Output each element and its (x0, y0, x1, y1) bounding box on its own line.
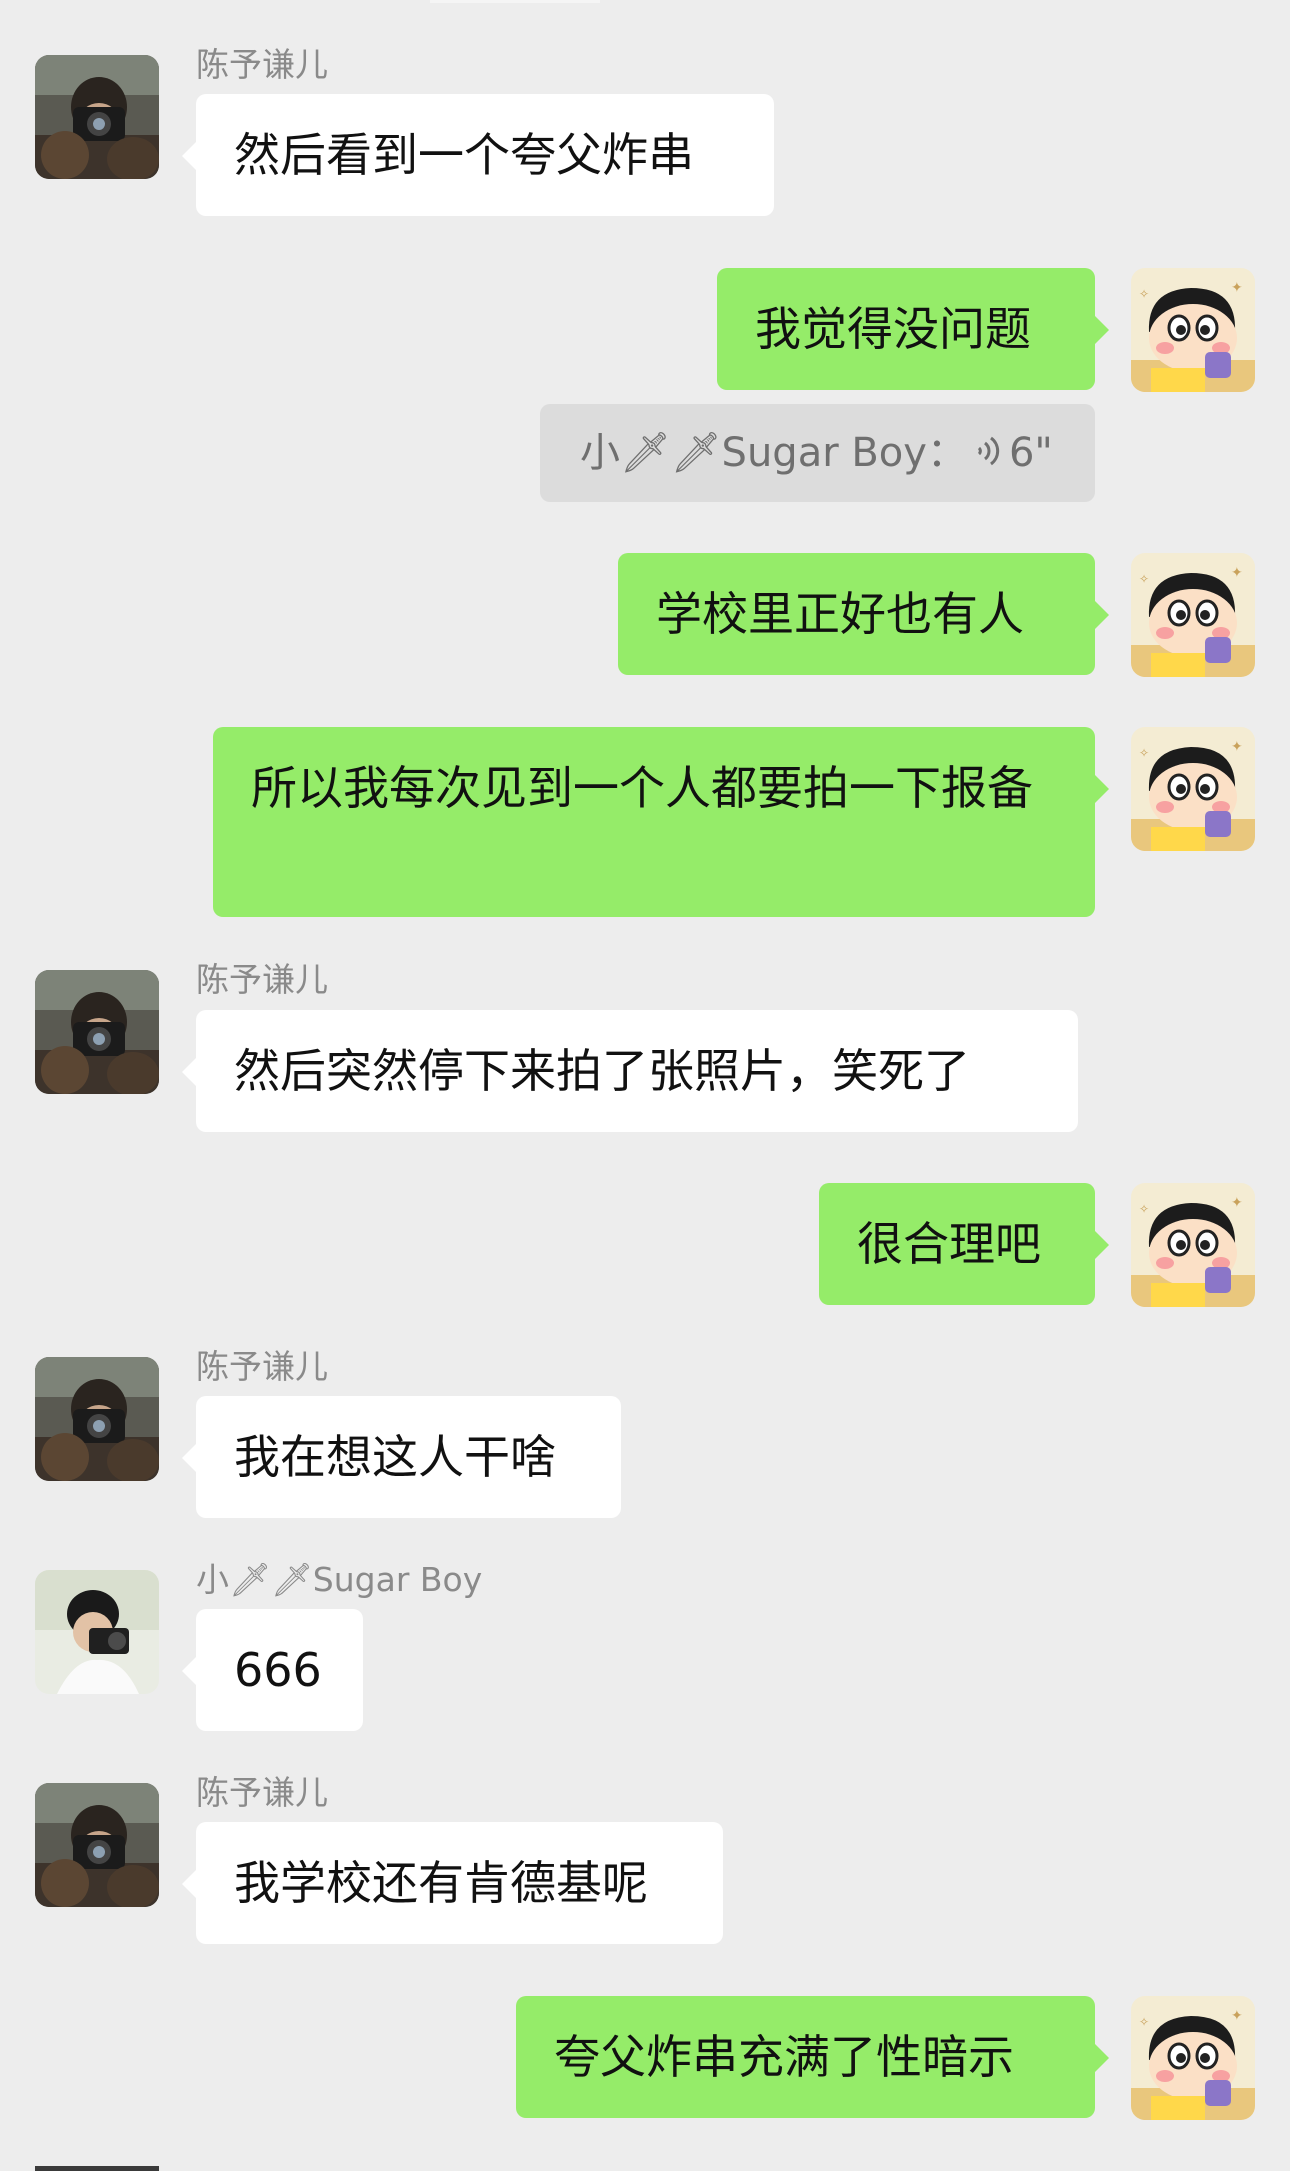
message-bubble-incoming[interactable]: 我学校还有肯德基呢 (182, 1822, 723, 1944)
avatar-chen[interactable] (35, 1357, 159, 1481)
voice-sender: 小🗡🗡Sugar Boy (580, 430, 927, 476)
voice-duration: 6" (1008, 430, 1053, 476)
voice-wave-icon (973, 406, 1003, 504)
top-divider (430, 0, 600, 3)
message-bubble-incoming[interactable]: 666 (182, 1609, 363, 1731)
avatar-chen[interactable] (35, 55, 159, 179)
partial-sender-name (196, 2160, 496, 2171)
message-bubble-incoming[interactable]: 然后突然停下来拍了张照片，笑死了 (182, 1010, 1078, 1132)
message-bubble-incoming[interactable]: 我在想这人干啥 (182, 1396, 621, 1518)
colon: ： (926, 430, 967, 476)
voice-message-notice[interactable]: 小🗡🗡Sugar Boy： 6" (540, 404, 1095, 502)
sender-name: 陈予谦儿 (196, 45, 328, 84)
partial-avatar (35, 2166, 159, 2171)
avatar-sugar-boy[interactable] (35, 1570, 159, 1694)
sender-name: 陈予谦儿 (196, 960, 328, 999)
sender-name: 陈予谦儿 (196, 1773, 328, 1812)
avatar-me[interactable] (1131, 1996, 1255, 2120)
message-bubble-outgoing[interactable]: 学校里正好也有人 (618, 553, 1109, 675)
message-bubble-outgoing[interactable]: 我觉得没问题 (717, 268, 1109, 390)
message-bubble-incoming[interactable]: 然后看到一个夸父炸串 (182, 94, 774, 216)
avatar-chen[interactable] (35, 970, 159, 1094)
avatar-me[interactable] (1131, 268, 1255, 392)
avatar-me[interactable] (1131, 727, 1255, 851)
message-bubble-outgoing[interactable]: 夸父炸串充满了性暗示 (516, 1996, 1109, 2118)
sender-name: 陈予谦儿 (196, 1347, 328, 1386)
message-bubble-outgoing[interactable]: 所以我每次见到一个人都要拍一下报备 (213, 727, 1109, 917)
avatar-me[interactable] (1131, 1183, 1255, 1307)
sender-name: 小🗡🗡Sugar Boy (196, 1560, 483, 1599)
avatar-chen[interactable] (35, 1783, 159, 1907)
message-bubble-outgoing[interactable]: 很合理吧 (819, 1183, 1109, 1305)
avatar-me[interactable] (1131, 553, 1255, 677)
